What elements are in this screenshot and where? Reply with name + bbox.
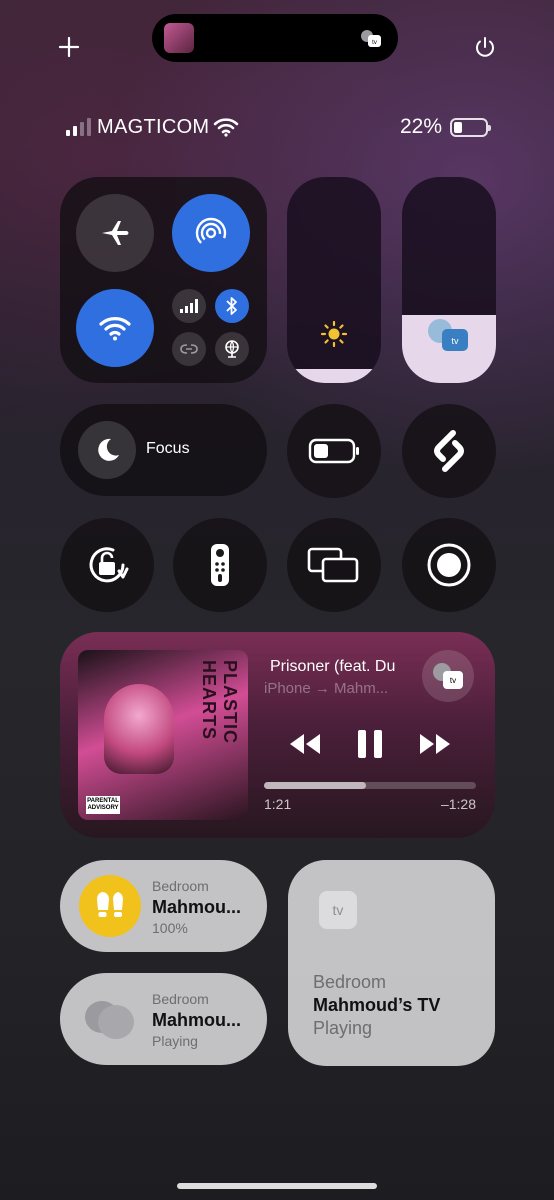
cellular-signal-icon — [66, 118, 91, 136]
link-icon — [180, 344, 198, 354]
sun-icon — [320, 320, 348, 348]
apple-tv-remote-button[interactable] — [173, 518, 267, 612]
brightness-level — [287, 368, 381, 383]
airdrop-toggle[interactable] — [172, 194, 250, 272]
tile1-status: 100% — [152, 920, 188, 936]
rotation-lock-icon — [89, 547, 129, 583]
low-power-mode-button[interactable] — [287, 404, 381, 498]
bluetooth-icon — [226, 297, 237, 315]
playback-progress-fill — [264, 782, 366, 789]
island-device-icon: tv — [358, 26, 382, 50]
battery-icon — [450, 117, 491, 137]
tile3-status: Playing — [313, 1018, 373, 1038]
pause-icon — [358, 730, 382, 758]
elapsed-time: 1:21 — [264, 796, 292, 812]
volume-slider[interactable]: tv — [402, 177, 496, 383]
song-route: iPhone → Mahm... — [264, 680, 389, 697]
fast-forward-button[interactable] — [418, 730, 452, 763]
lightbulb-button[interactable] — [79, 875, 141, 937]
rewind-button[interactable] — [288, 730, 322, 763]
power-button[interactable] — [472, 34, 498, 60]
album-art-portrait — [104, 684, 174, 774]
tile2-status: Playing — [152, 1033, 198, 1049]
screen-mirroring-icon — [307, 547, 359, 583]
airplay-device-button[interactable]: tv — [422, 650, 474, 702]
battery-percentage: 22% — [399, 115, 442, 138]
screen-recording-button[interactable] — [402, 518, 496, 612]
tile3-room: Bedroom — [313, 972, 387, 992]
airplane-mode-toggle[interactable] — [76, 194, 154, 272]
home-tile-lights[interactable]: Bedroom Mahmou... 100% — [60, 860, 267, 952]
home-indicator[interactable] — [177, 1183, 377, 1189]
island-album-art — [164, 23, 194, 53]
globe-icon — [225, 340, 239, 358]
status-bar: MAGTICOM 22% — [66, 112, 491, 142]
remaining-time: –1:28 — [440, 796, 476, 812]
wifi-icon — [99, 317, 131, 341]
homepod-mini-icon — [82, 995, 138, 1043]
plus-icon — [58, 36, 80, 58]
record-icon — [427, 543, 471, 587]
tile2-name: Mahmou... — [152, 1010, 241, 1030]
wifi-toggle[interactable] — [76, 289, 154, 367]
airdrop-icon — [195, 217, 227, 249]
screen-mirroring-button[interactable] — [287, 518, 381, 612]
moon-icon — [98, 438, 119, 461]
parental-advisory-label: PARENTAL ADVISORY — [86, 796, 120, 814]
album-art-title: PLASTIC HEARTS — [199, 660, 240, 745]
home-tile-homepod[interactable]: Bedroom Mahmou... Playing — [60, 973, 267, 1065]
player-tv-badge: tv — [450, 676, 456, 685]
vpn-toggle[interactable] — [172, 332, 206, 366]
pause-button[interactable] — [356, 728, 384, 765]
brightness-slider[interactable] — [287, 177, 381, 383]
song-title: Prisoner (feat. Du — [270, 658, 396, 675]
album-art[interactable]: PLASTIC HEARTS PARENTAL ADVISORY — [78, 650, 248, 820]
volume-tv-badge: tv — [451, 336, 459, 346]
battery-low-icon — [308, 438, 359, 464]
playback-progress-bar[interactable] — [264, 782, 476, 789]
focus-label: Focus — [146, 440, 190, 457]
shazam-icon — [434, 430, 464, 472]
homepod-tv-icon: tv — [426, 317, 470, 353]
dynamic-island[interactable]: tv — [152, 14, 398, 62]
airplane-icon — [102, 221, 129, 245]
orientation-lock-button[interactable] — [60, 518, 154, 612]
focus-moon-button — [78, 421, 136, 479]
add-button[interactable] — [56, 34, 82, 60]
lightbulb-icon — [96, 892, 124, 917]
focus-button[interactable]: Focus — [60, 404, 267, 496]
tile1-room: Bedroom — [152, 878, 209, 894]
shazam-button[interactable] — [402, 404, 496, 498]
homepod-tv-icon: tv — [433, 663, 463, 689]
tile3-name: Mahmoud’s TV — [313, 995, 441, 1015]
personal-hotspot-toggle[interactable] — [215, 332, 249, 366]
connectivity-panel — [60, 177, 267, 383]
home-tile-apple-tv[interactable]: tv Bedroom Mahmoud’s TV Playing — [288, 860, 495, 1066]
tile2-room: Bedroom — [152, 991, 209, 1007]
bluetooth-toggle[interactable] — [215, 289, 249, 323]
apple-tv-badge: tv — [332, 902, 344, 918]
remote-icon — [211, 544, 229, 586]
island-tv-badge: tv — [372, 40, 377, 46]
carrier-name: MAGTICOM — [97, 115, 210, 138]
tile1-name: Mahmou... — [152, 897, 241, 917]
now-playing-panel: PLASTIC HEARTS PARENTAL ADVISORY Prisone… — [60, 632, 495, 838]
backward-icon — [290, 734, 320, 754]
forward-icon — [420, 734, 450, 754]
cellular-data-toggle[interactable] — [172, 289, 206, 323]
apple-tv-icon: tv — [319, 891, 357, 929]
wifi-status-icon — [214, 118, 239, 137]
cellular-bars-icon — [180, 299, 198, 313]
power-icon — [476, 37, 494, 57]
